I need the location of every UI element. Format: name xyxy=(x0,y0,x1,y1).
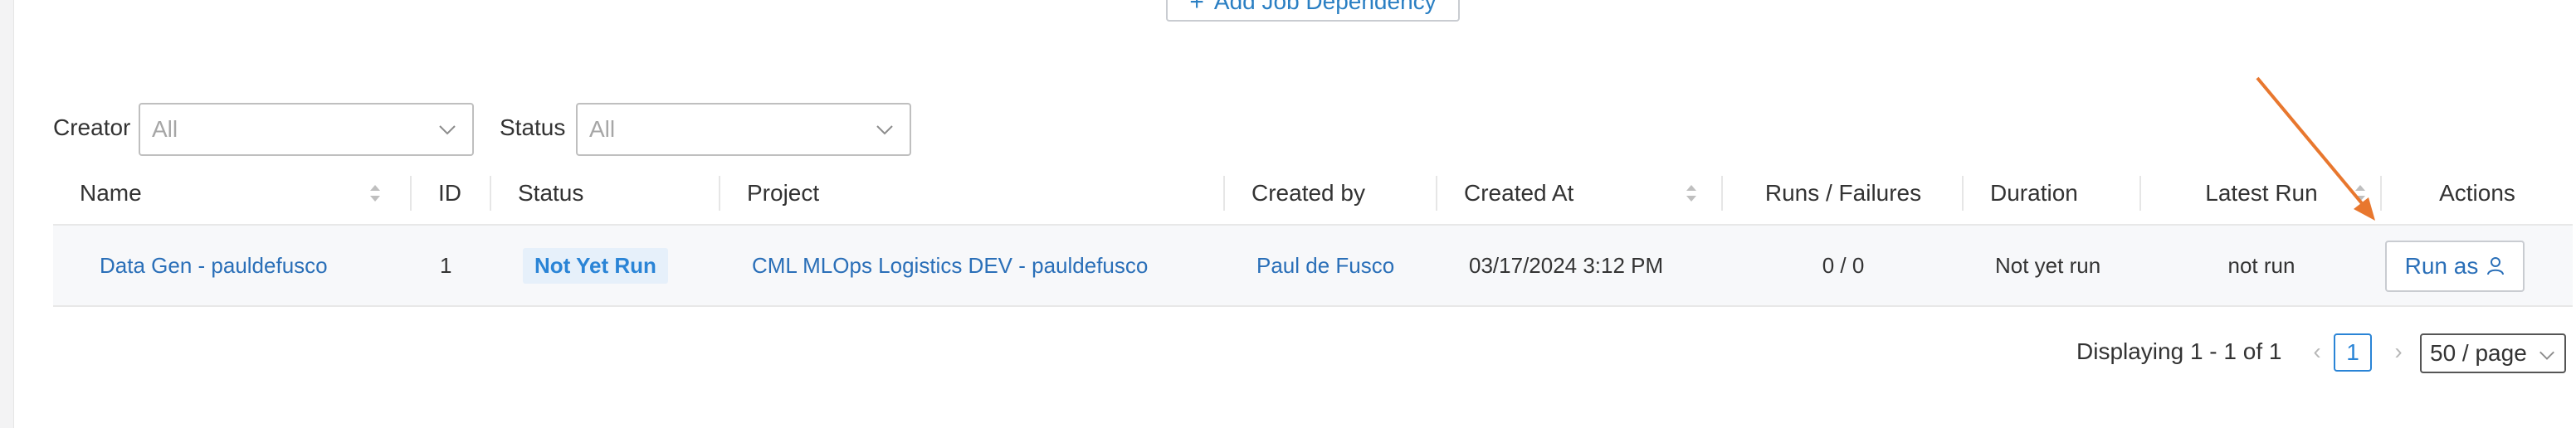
job-id: 1 xyxy=(440,252,452,278)
chevron-down-icon xyxy=(2539,351,2554,360)
left-gutter xyxy=(0,0,14,428)
created-by-link[interactable]: Paul de Fusco xyxy=(1256,226,1394,305)
column-header-created-by: Created by xyxy=(1225,163,1437,224)
column-header-created-at[interactable]: Created At xyxy=(1437,163,1723,224)
column-header-runs-failures: Runs / Failures xyxy=(1723,163,1964,224)
latest-run: not run xyxy=(2227,252,2295,278)
chevron-down-icon xyxy=(876,125,893,135)
sort-icon[interactable] xyxy=(1685,182,1698,204)
run-as-button[interactable]: Run as xyxy=(2385,241,2525,292)
plus-icon: + xyxy=(1189,0,1204,16)
column-header-actions: Actions xyxy=(2382,163,2573,224)
chevron-right-icon[interactable]: › xyxy=(2388,335,2408,368)
table-row: Data Gen - pauldefusco 1 Not Yet Run CML… xyxy=(53,226,2573,307)
column-header-id: ID xyxy=(412,163,491,224)
chevron-left-icon[interactable]: ‹ xyxy=(2307,335,2327,368)
column-header-status: Status xyxy=(491,163,720,224)
column-header-latest-run-label: Latest Run xyxy=(2205,180,2318,206)
run-as-label: Run as xyxy=(2404,253,2479,279)
created-at: 03/17/2024 3:12 PM xyxy=(1469,252,1664,278)
status-filter-label: Status xyxy=(500,114,566,140)
creator-filter-label: Creator xyxy=(53,114,131,140)
status-filter-select[interactable]: All xyxy=(576,103,911,156)
column-header-duration-label: Duration xyxy=(1990,180,2078,206)
column-header-id-label: ID xyxy=(438,180,461,206)
column-header-created-at-label: Created At xyxy=(1464,180,1574,206)
sort-icon[interactable] xyxy=(368,182,382,204)
column-header-latest-run[interactable]: Latest Run xyxy=(2141,163,2382,224)
pagination-summary: Displaying 1 - 1 of 1 xyxy=(2076,338,2282,364)
column-header-project-label: Project xyxy=(747,180,820,206)
job-status-cell: Not Yet Run xyxy=(523,226,668,305)
creator-filter-select[interactable]: All xyxy=(139,103,474,156)
creator-filter-value: All xyxy=(152,116,178,142)
add-job-dependency-button[interactable]: + Add Job Dependency xyxy=(1166,0,1460,22)
page-number-button[interactable]: 1 xyxy=(2334,333,2372,372)
column-header-runs-failures-label: Runs / Failures xyxy=(1764,180,1922,206)
column-header-status-label: Status xyxy=(518,180,584,206)
job-name-link[interactable]: Data Gen - pauldefusco xyxy=(100,226,328,305)
jobs-table: Name ID Status Project Created by Create… xyxy=(53,163,2573,307)
table-header: Name ID Status Project Created by Create… xyxy=(53,163,2573,226)
project-link[interactable]: CML MLOps Logistics DEV - pauldefusco xyxy=(752,226,1148,305)
status-filter-value: All xyxy=(589,116,616,142)
page-size-value: 50 / page xyxy=(2430,340,2527,366)
duration: Not yet run xyxy=(1995,252,2101,278)
page-size-select[interactable]: 50 / page xyxy=(2420,333,2566,373)
column-header-name-label: Name xyxy=(80,180,142,206)
sort-icon[interactable] xyxy=(2354,182,2367,204)
user-icon xyxy=(2487,257,2505,275)
column-header-name[interactable]: Name xyxy=(53,163,412,224)
column-header-actions-label: Actions xyxy=(2439,180,2515,206)
column-header-project: Project xyxy=(720,163,1225,224)
add-job-dependency-label: Add Job Dependency xyxy=(1213,0,1437,14)
column-header-duration: Duration xyxy=(1964,163,2141,224)
runs-failures: 0 / 0 xyxy=(1822,252,1865,278)
column-header-created-by-label: Created by xyxy=(1251,180,1365,206)
chevron-down-icon xyxy=(439,125,456,135)
status-badge: Not Yet Run xyxy=(523,247,668,284)
